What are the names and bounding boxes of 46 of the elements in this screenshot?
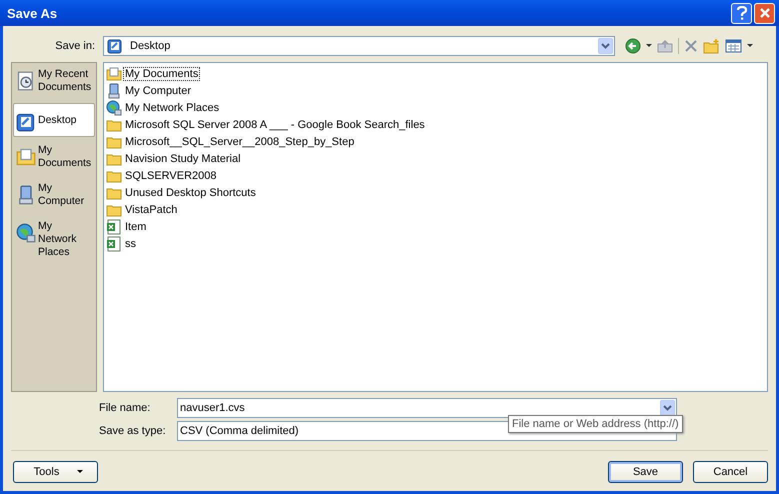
file-item[interactable]: ss	[106, 235, 765, 252]
save-in-label: Save in:	[54, 40, 96, 52]
file-item[interactable]: SQLSERVER2008	[106, 167, 765, 184]
file-item[interactable]: VistaPatch	[106, 201, 765, 218]
spreadsheet-icon	[106, 236, 122, 252]
file-item[interactable]: My Network Places	[106, 99, 765, 116]
caret-icon[interactable]	[646, 44, 652, 48]
documents-folder-icon	[106, 66, 122, 82]
save-in-dropdown[interactable]: Desktop	[103, 36, 615, 56]
desktop-icon	[107, 38, 123, 54]
file-item[interactable]: Microsoft__SQL_Server__2008_Step_by_Step	[106, 133, 765, 150]
close-button[interactable]	[754, 2, 775, 24]
help-button[interactable]	[731, 2, 752, 24]
save-button[interactable]: Save	[608, 461, 683, 483]
places-item[interactable]: My Computer	[13, 179, 95, 213]
documents-folder-icon	[16, 147, 36, 167]
close-icon	[758, 7, 770, 19]
tools-button[interactable]: Tools	[13, 461, 98, 483]
places-item[interactable]: My Network Places	[13, 217, 95, 262]
file-item[interactable]: Item	[106, 218, 765, 235]
places-item[interactable]: Desktop	[13, 103, 95, 137]
computer-icon	[16, 185, 36, 205]
cancel-button[interactable]: Cancel	[693, 461, 768, 483]
tooltip: File name or Web address (http://)	[508, 415, 683, 433]
file-item[interactable]: Navision Study Material	[106, 150, 765, 167]
help-icon	[736, 6, 748, 20]
back-icon[interactable]	[625, 38, 641, 54]
views-icon[interactable]	[725, 39, 742, 53]
window-title: Save As	[7, 6, 58, 20]
clock-document-icon	[16, 71, 36, 91]
file-item[interactable]: My Computer	[106, 82, 765, 99]
spreadsheet-icon	[106, 218, 122, 234]
desktop-icon	[16, 112, 36, 132]
places-item[interactable]: My Recent Documents	[13, 65, 95, 99]
file-item[interactable]: My Documents	[106, 65, 765, 82]
save-as-type-label: Save as type:	[99, 424, 167, 436]
file-item[interactable]: Microsoft SQL Server 2008 A ___ - Google Book Search_files	[106, 116, 765, 133]
computer-icon	[106, 82, 122, 98]
caret-icon[interactable]	[747, 44, 753, 48]
network-icon	[106, 100, 122, 116]
caret-icon	[77, 470, 84, 474]
file-item[interactable]: Unused Desktop Shortcuts	[106, 184, 765, 201]
places-item[interactable]: My Documents	[13, 141, 95, 175]
file-name-field[interactable]: navuser1.cvs	[177, 398, 677, 418]
network-icon	[16, 223, 36, 243]
file-name-label: File name:	[99, 402, 152, 414]
